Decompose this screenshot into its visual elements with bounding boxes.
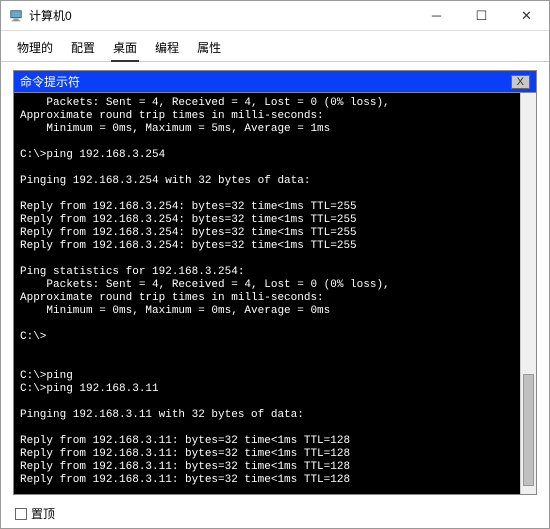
maximize-button[interactable]: ☐: [459, 1, 504, 30]
minimize-button[interactable]: ─: [414, 1, 459, 30]
terminal-title: 命令提示符: [20, 73, 511, 90]
footer: 置顶: [1, 499, 549, 528]
computer-icon: [9, 9, 23, 23]
tab-bar: 物理的 配置 桌面 编程 属性: [1, 31, 549, 62]
window-controls: ─ ☐ ✕: [414, 1, 549, 30]
terminal-scrollbar[interactable]: [520, 93, 536, 494]
content-area: 命令提示符 X Packets: Sent = 4, Received = 4,…: [1, 62, 549, 499]
terminal-close-button[interactable]: X: [511, 75, 530, 89]
tab-desktop[interactable]: 桌面: [111, 37, 139, 62]
tab-physical[interactable]: 物理的: [15, 37, 55, 61]
terminal-output[interactable]: Packets: Sent = 4, Received = 4, Lost = …: [14, 93, 520, 494]
app-window: 计算机0 ─ ☐ ✕ 物理的 配置 桌面 编程 属性 命令提示符 X Packe…: [0, 0, 550, 529]
titlebar[interactable]: 计算机0 ─ ☐ ✕: [1, 1, 549, 31]
window-title: 计算机0: [29, 7, 414, 24]
scrollbar-thumb[interactable]: [523, 374, 534, 486]
terminal-container: Packets: Sent = 4, Received = 4, Lost = …: [13, 92, 537, 495]
tab-config[interactable]: 配置: [69, 37, 97, 61]
close-button[interactable]: ✕: [504, 1, 549, 30]
terminal-header[interactable]: 命令提示符 X: [13, 70, 537, 92]
tab-attributes[interactable]: 属性: [195, 37, 223, 61]
tab-programming[interactable]: 编程: [153, 37, 181, 61]
always-on-top-label: 置顶: [31, 505, 55, 522]
always-on-top-checkbox[interactable]: [15, 508, 27, 520]
